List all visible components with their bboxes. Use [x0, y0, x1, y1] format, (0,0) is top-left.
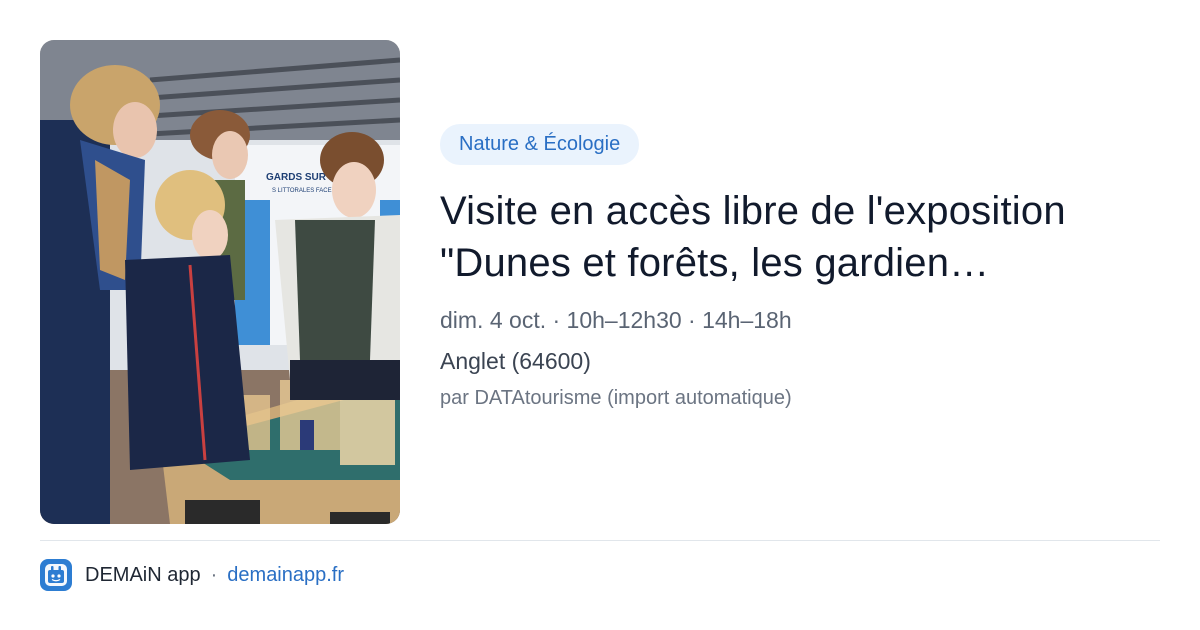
event-source: par DATAtourisme (import automatique): [440, 387, 792, 409]
app-name[interactable]: DEMAiN app: [85, 564, 201, 587]
footer-separator: ·: [210, 563, 218, 586]
event-datetime: dim. 4 oct. · 10h–12h30 · 14h–18h: [440, 307, 792, 333]
event-title-line-1: Visite en accès libre de l'exposition: [440, 189, 1066, 233]
event-title[interactable]: Visite en accès libre de l'exposition "D…: [440, 185, 1160, 289]
app-domain-link[interactable]: demainapp.fr: [227, 564, 344, 587]
category-badge[interactable]: Nature & Écologie: [440, 124, 640, 165]
event-photo: GARDS SUR L'AV S LITTORALES FACE À: [40, 40, 400, 524]
event-location: Anglet (64600): [440, 348, 591, 374]
exhibition-visitors-image: GARDS SUR L'AV S LITTORALES FACE À: [40, 40, 400, 524]
footer-divider: [40, 540, 1160, 541]
event-title-line-2: "Dunes et forêts, les gardien…: [440, 241, 990, 285]
footer: DEMAiN app · demainapp.fr: [40, 558, 344, 592]
event-details: Nature & Écologie Visite en accès libre …: [440, 124, 1160, 410]
demain-app-logo-icon[interactable]: [40, 559, 72, 591]
panel-subtitle-text: S LITTORALES FACE À: [272, 187, 337, 194]
